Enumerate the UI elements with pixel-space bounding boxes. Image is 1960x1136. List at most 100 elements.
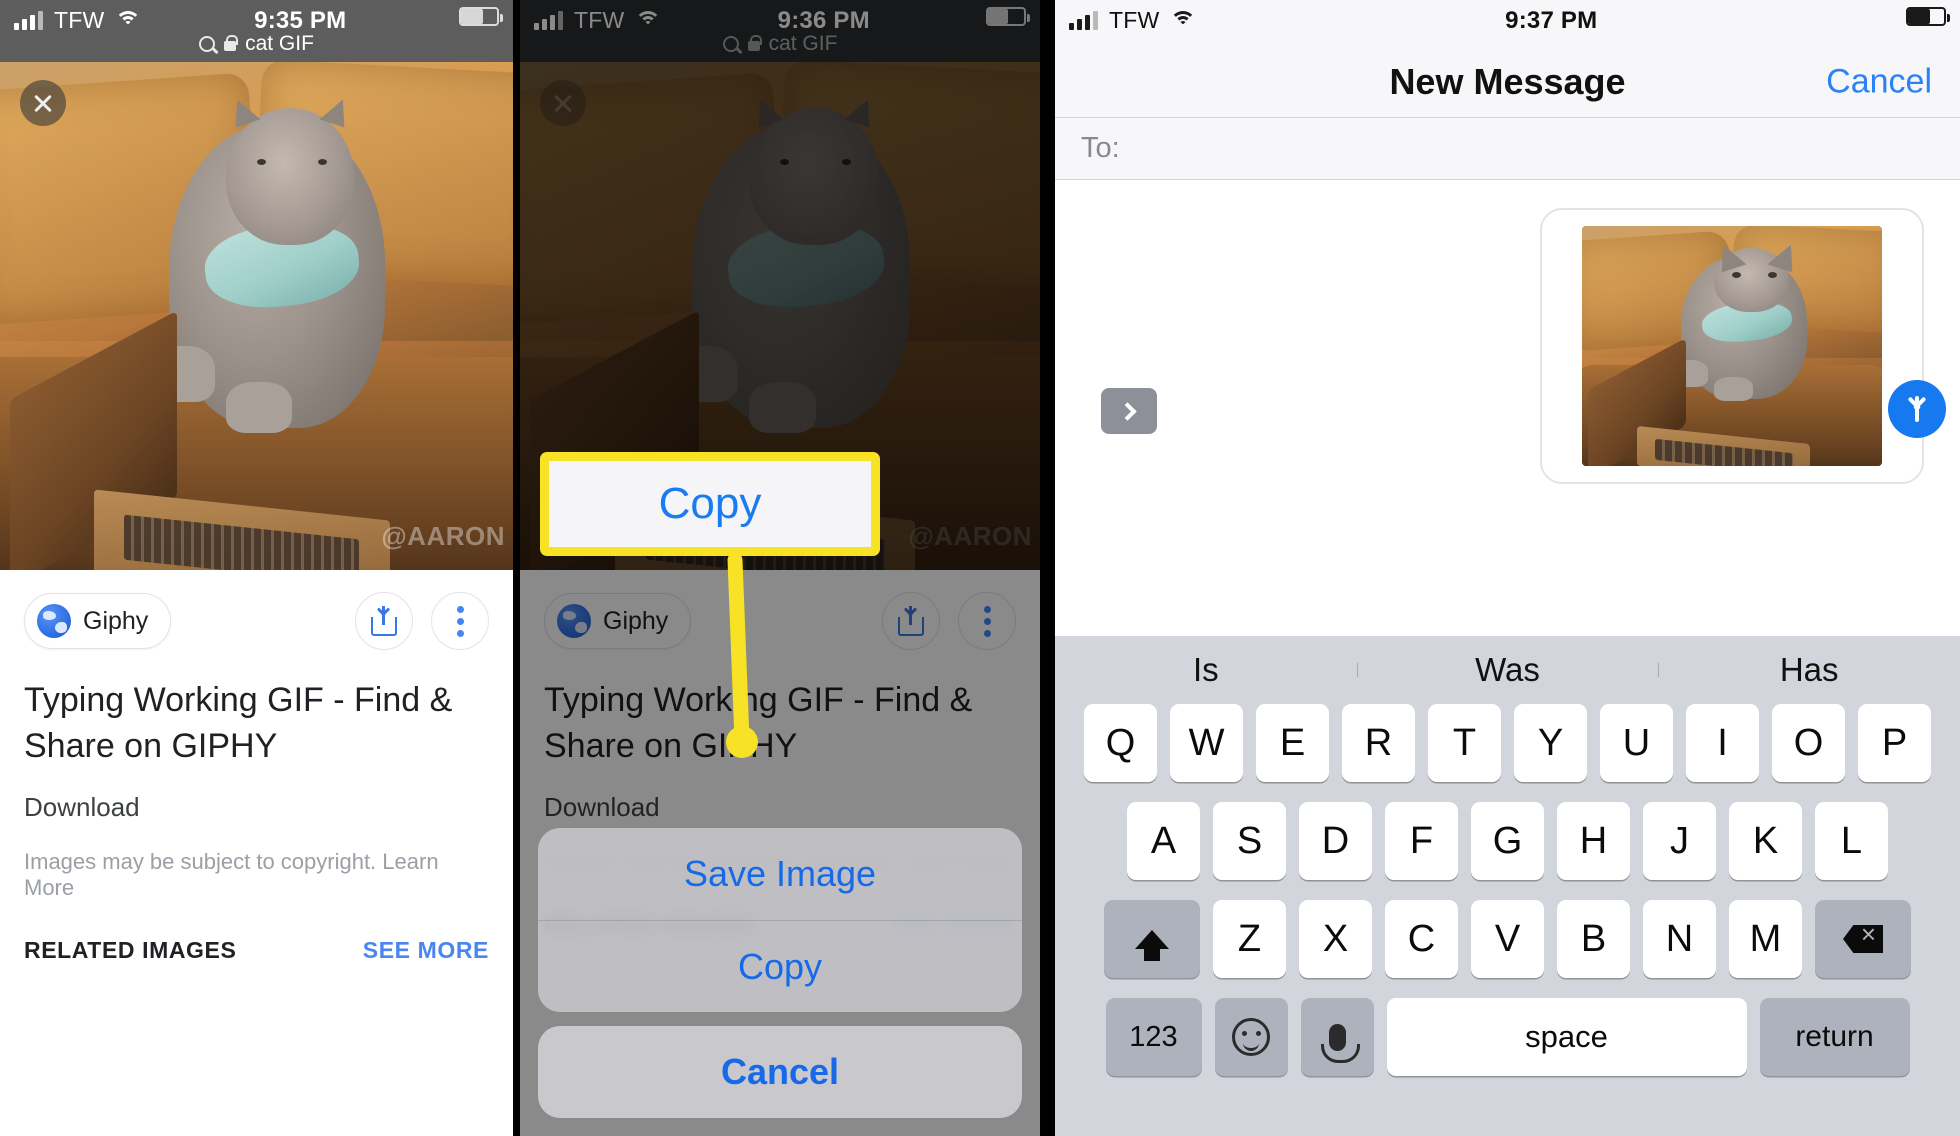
status-center: 9:35 PM (141, 7, 459, 35)
key-f[interactable]: F (1385, 802, 1458, 880)
watermark-label: @AARON (908, 521, 1032, 551)
action-save-image[interactable]: Save Image (538, 828, 1022, 920)
more-button[interactable] (431, 592, 489, 650)
key-j[interactable]: J (1643, 802, 1716, 880)
signal-bars-icon (1069, 10, 1098, 30)
carrier-label: TFW (54, 7, 105, 33)
key-w[interactable]: W (1170, 704, 1243, 782)
attachment-image (1582, 226, 1882, 466)
delete-key[interactable] (1815, 900, 1911, 978)
copyright-note[interactable]: Images may be subject to copyright. Lear… (24, 849, 489, 901)
key-q[interactable]: Q (1084, 704, 1157, 782)
emoji-key[interactable] (1214, 998, 1288, 1076)
key-h[interactable]: H (1557, 802, 1630, 880)
see-more-link[interactable]: SEE MORE (363, 937, 489, 964)
card-actions (882, 592, 1016, 650)
keyboard-row-2: ASDFGHJKL (1055, 802, 1960, 880)
gif-thumbnail (1582, 226, 1882, 466)
share-button[interactable] (882, 592, 940, 650)
key-v[interactable]: V (1471, 900, 1544, 978)
card-top-row: Giphy (24, 592, 489, 650)
share-icon (898, 606, 924, 636)
send-arrow-up-icon (1915, 396, 1919, 422)
close-icon[interactable] (540, 80, 586, 126)
gif-image[interactable]: @AARON (0, 62, 513, 570)
suggestion-2[interactable]: Has (1658, 651, 1960, 689)
panel-new-message: TFW 9:37 PM New Message Cancel To: Is Wa… (1055, 0, 1960, 1136)
watermark-label: @AARON (381, 521, 505, 551)
key-r[interactable]: R (1342, 704, 1415, 782)
on-screen-keyboard: Is Was Has QWERTYUIOP ASDFGHJKL ZXCVBNM … (1055, 636, 1960, 1136)
download-label[interactable]: Download (24, 792, 489, 823)
key-k[interactable]: K (1729, 802, 1802, 880)
action-copy[interactable]: Copy (538, 920, 1022, 1012)
carrier-label: TFW (1109, 7, 1160, 33)
cat-eye-right (1768, 271, 1777, 278)
dictation-key[interactable] (1300, 998, 1374, 1076)
wifi-icon (115, 11, 142, 30)
shift-key[interactable] (1104, 900, 1200, 978)
key-b[interactable]: B (1557, 900, 1630, 978)
return-key[interactable]: return (1759, 998, 1910, 1076)
download-label[interactable]: Download (544, 792, 1016, 823)
key-d[interactable]: D (1299, 802, 1372, 880)
key-l[interactable]: L (1815, 802, 1888, 880)
key-y[interactable]: Y (1514, 704, 1587, 782)
key-u[interactable]: U (1600, 704, 1673, 782)
action-sheet: Save Image Copy Cancel (538, 828, 1022, 1118)
expand-button[interactable] (1101, 388, 1157, 434)
key-s[interactable]: S (1213, 802, 1286, 880)
send-button[interactable] (1888, 380, 1946, 438)
signal-bars-icon (534, 10, 563, 30)
source-chip[interactable]: Giphy (544, 593, 692, 649)
page-title: New Message (1389, 60, 1626, 102)
source-chip[interactable]: Giphy (24, 593, 172, 649)
source-label: Giphy (83, 606, 149, 635)
key-e[interactable]: E (1256, 704, 1329, 782)
search-context[interactable]: cat GIF (520, 32, 1040, 56)
source-label: Giphy (603, 606, 669, 635)
key-z[interactable]: Z (1213, 900, 1286, 978)
globe-icon (37, 604, 71, 638)
key-c[interactable]: C (1385, 900, 1458, 978)
space-key[interactable]: space (1386, 998, 1747, 1076)
carrier-label: TFW (574, 7, 625, 33)
lock-icon (747, 34, 762, 51)
result-title[interactable]: Typing Working GIF - Find & Share on GIP… (24, 678, 489, 770)
search-context[interactable]: cat GIF (0, 32, 513, 56)
numbers-key[interactable]: 123 (1105, 998, 1202, 1076)
recipient-row[interactable]: To: (1055, 118, 1960, 180)
key-t[interactable]: T (1428, 704, 1501, 782)
shift-icon (1135, 929, 1169, 961)
keyboard-row-3-letters: ZXCVBNM (1213, 900, 1802, 978)
key-p[interactable]: P (1858, 704, 1931, 782)
panel-divider-1 (513, 0, 520, 1136)
delete-backward-icon (1843, 919, 1883, 953)
key-n[interactable]: N (1643, 900, 1716, 978)
cat-head (748, 107, 879, 245)
cancel-button[interactable]: Cancel (1826, 62, 1932, 101)
search-query-label: cat GIF (245, 32, 314, 55)
key-i[interactable]: I (1686, 704, 1759, 782)
suggestion-0[interactable]: Is (1055, 651, 1357, 689)
share-button[interactable] (355, 592, 413, 650)
result-title[interactable]: Typing Working GIF - Find & Share on GIP… (544, 678, 1016, 770)
status-center: 9:36 PM (661, 7, 986, 35)
key-o[interactable]: O (1772, 704, 1845, 782)
suggestion-1[interactable]: Was (1356, 651, 1659, 689)
wifi-icon (1170, 11, 1197, 30)
share-icon (371, 606, 397, 636)
key-x[interactable]: X (1299, 900, 1372, 978)
action-cancel[interactable]: Cancel (538, 1026, 1022, 1118)
laptop (10, 310, 390, 570)
close-icon[interactable] (20, 80, 66, 126)
status-center: 9:37 PM (1196, 7, 1906, 35)
more-button[interactable] (958, 592, 1016, 650)
attachment-bubble[interactable] (1540, 208, 1924, 484)
key-a[interactable]: A (1127, 802, 1200, 880)
key-g[interactable]: G (1471, 802, 1544, 880)
key-m[interactable]: M (1729, 900, 1802, 978)
clock-label: 9:36 PM (777, 7, 870, 34)
more-vertical-icon (983, 605, 991, 637)
action-sheet-options: Save Image Copy (538, 828, 1022, 1012)
